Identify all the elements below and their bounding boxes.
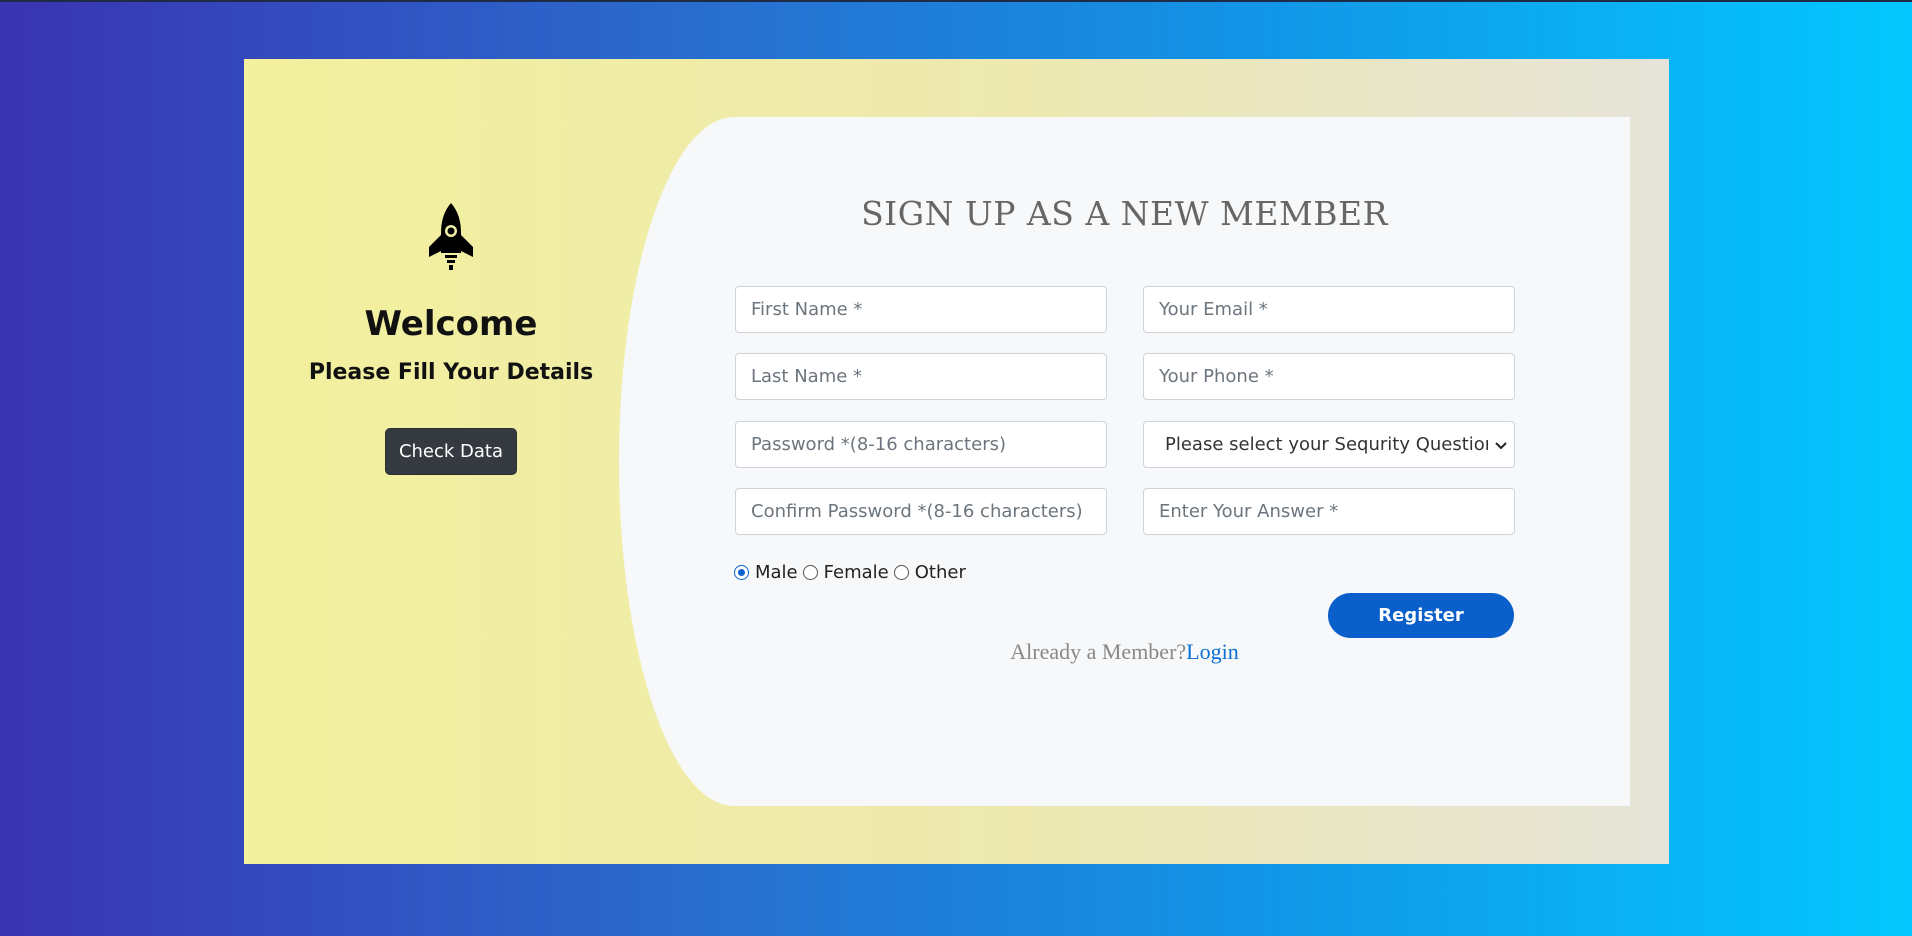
welcome-subtitle: Please Fill Your Details — [308, 360, 594, 385]
welcome-panel: Welcome Please Fill Your Details Check D… — [244, 59, 658, 864]
register-button[interactable]: Register — [1328, 593, 1514, 638]
top-border — [0, 0, 1912, 2]
gender-option-other[interactable]: Other — [893, 561, 969, 583]
welcome-title: Welcome — [364, 304, 538, 344]
radio-male[interactable] — [734, 564, 749, 580]
member-prompt-text: Already a Member? — [1010, 639, 1187, 664]
password-input[interactable] — [735, 421, 1107, 468]
check-data-button[interactable]: Check Data — [385, 428, 517, 475]
member-prompt: Already a Member?Login — [619, 641, 1630, 663]
security-question-select[interactable]: Please select your Sequrity Question — [1143, 421, 1515, 468]
radio-male-label: Male — [755, 561, 798, 583]
security-question-value: Please select your Sequrity Question — [1165, 434, 1488, 455]
radio-female-label: Female — [823, 561, 889, 583]
rocket-icon — [429, 203, 473, 270]
radio-female[interactable] — [802, 564, 818, 580]
confirm-password-input[interactable] — [735, 488, 1107, 535]
phone-input[interactable] — [1143, 353, 1515, 400]
login-link[interactable]: Login — [1186, 639, 1239, 664]
email-input[interactable] — [1143, 286, 1515, 333]
gender-option-female[interactable]: Female — [802, 561, 892, 583]
chevron-down-icon — [1495, 441, 1507, 449]
answer-input[interactable] — [1143, 488, 1515, 535]
radio-other[interactable] — [893, 564, 909, 580]
radio-other-label: Other — [914, 561, 966, 583]
last-name-input[interactable] — [735, 353, 1107, 400]
gender-radio-group: Male Female Other — [734, 560, 971, 584]
gender-option-male[interactable]: Male — [734, 562, 801, 583]
first-name-input[interactable] — [735, 286, 1107, 333]
form-title: SIGN UP AS A NEW MEMBER — [861, 194, 1388, 233]
